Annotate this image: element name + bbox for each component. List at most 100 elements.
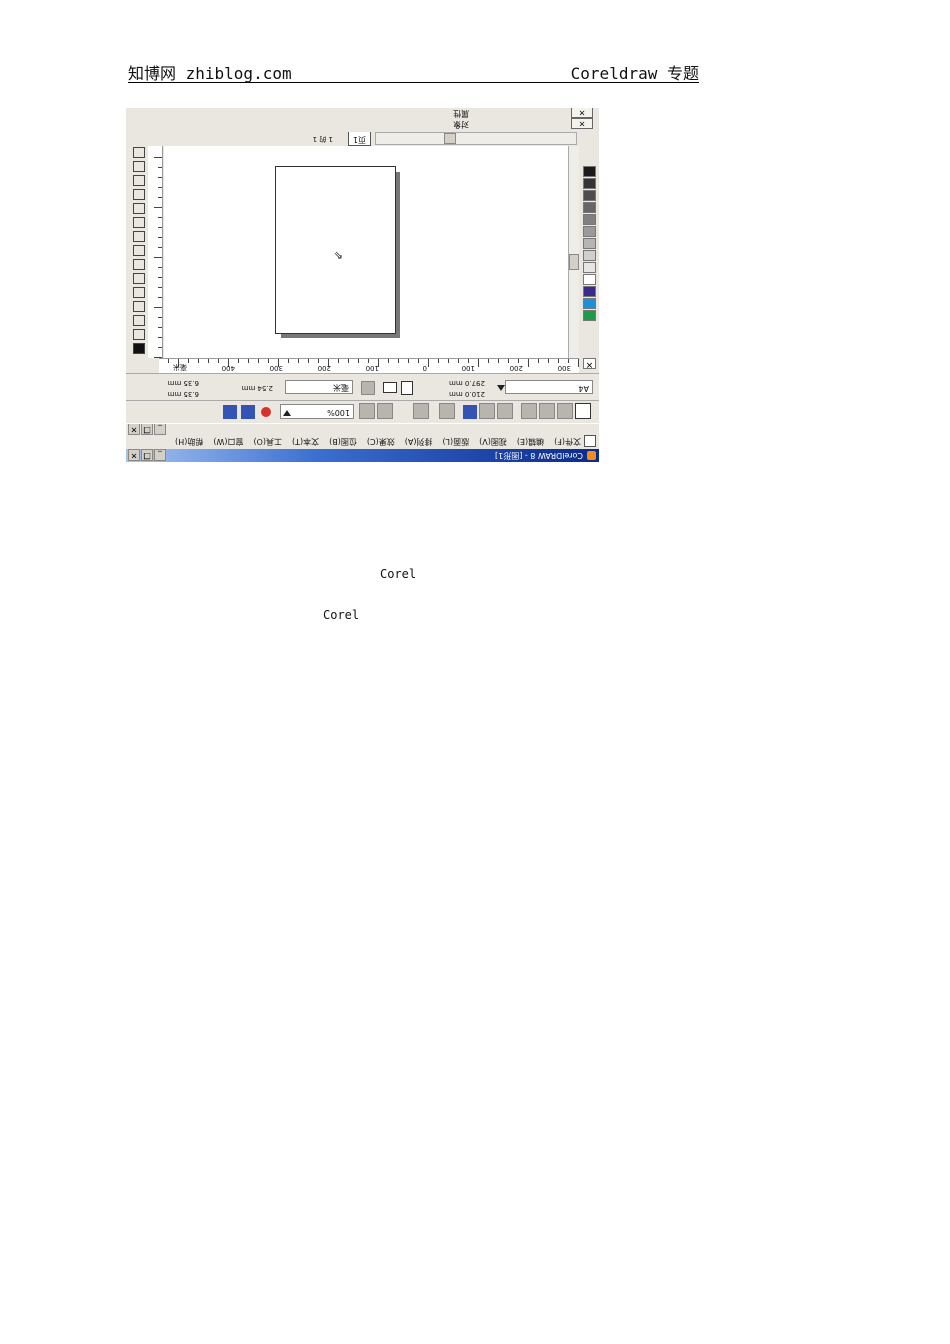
nudge-field[interactable]: 2.54 mm <box>242 384 273 392</box>
ruler-tick <box>218 359 219 363</box>
color-swatch[interactable] <box>583 238 596 249</box>
cut-icon[interactable] <box>497 403 513 419</box>
color-swatch[interactable] <box>583 178 596 189</box>
spiral-tool-icon[interactable] <box>133 245 145 256</box>
menu-items: 文件(F) 编辑(E) 视图(V) 版面(L) 排列(A) 效果(C) 位图(B) 文本(T)… <box>175 436 581 447</box>
vertical-scrollbar[interactable] <box>568 146 579 358</box>
copy-icon[interactable] <box>479 403 495 419</box>
freehand-tool-icon[interactable] <box>133 301 145 312</box>
ruler-tick <box>158 167 162 168</box>
close-button[interactable]: ✕ <box>128 449 140 461</box>
ruler-tick <box>154 307 162 308</box>
docker-item-properties[interactable]: 属性 <box>453 108 469 119</box>
polygon-tool-icon[interactable] <box>133 259 145 270</box>
menu-item[interactable]: 文本(T) <box>292 436 319 447</box>
pick-tool-icon[interactable] <box>133 343 145 354</box>
menu-item[interactable]: 位图(B) <box>329 436 357 447</box>
text-tool-icon[interactable] <box>133 231 145 242</box>
menu-item[interactable]: 排列(A) <box>405 436 433 447</box>
corel-app-launcher-icon[interactable] <box>261 407 271 417</box>
ruler-label: 100 <box>461 364 475 372</box>
ruler-tick <box>338 359 339 363</box>
print-icon[interactable] <box>521 403 537 419</box>
tab-page-1[interactable]: 页1 <box>347 131 371 146</box>
color-swatch[interactable] <box>583 226 596 237</box>
page-width-field[interactable]: 210.0 mm <box>449 390 485 398</box>
rectangle-tool-icon[interactable] <box>133 287 145 298</box>
ruler-tick <box>398 359 399 363</box>
menu-item[interactable]: 版面(L) <box>442 436 469 447</box>
ruler-tick <box>268 359 269 363</box>
doc-close-button[interactable]: ✕ <box>128 423 140 435</box>
document-icon[interactable] <box>584 435 596 447</box>
export-icon[interactable] <box>359 403 375 419</box>
eyedropper-tool-icon[interactable] <box>133 203 145 214</box>
color-swatch[interactable] <box>583 298 596 309</box>
blend-tool-icon[interactable] <box>133 147 145 158</box>
fill-tool-icon[interactable] <box>133 175 145 186</box>
paper-type-select[interactable]: A4 <box>505 380 593 394</box>
doc-minimize-button[interactable]: _ <box>154 423 166 435</box>
color-swatch[interactable] <box>583 202 596 213</box>
menu-item[interactable]: 帮助(H) <box>175 436 203 447</box>
transparency-tool-icon[interactable] <box>133 161 145 172</box>
ruler-tick <box>248 359 249 363</box>
duplicate-x-field[interactable]: 6.35 mm <box>168 390 199 398</box>
color-swatch[interactable] <box>583 166 596 177</box>
paper-type-value: A4 <box>578 384 589 393</box>
menu-item[interactable]: 文件(F) <box>554 436 581 447</box>
duplicate-y-field[interactable]: 6.35 mm <box>168 379 199 387</box>
ruler-tick <box>428 359 429 367</box>
color-swatch[interactable] <box>583 250 596 261</box>
restore-button[interactable]: ❐ <box>141 449 153 461</box>
color-swatch[interactable] <box>583 214 596 225</box>
undo-icon[interactable] <box>439 403 455 419</box>
horizontal-scrollbar[interactable] <box>375 132 577 145</box>
horizontal-scroll-thumb[interactable] <box>444 133 456 144</box>
ruler-tick <box>158 247 162 248</box>
units-select[interactable]: 毫米 <box>285 380 353 394</box>
docker-close-icon-2[interactable]: ✕ <box>571 108 593 118</box>
open-folder-icon[interactable] <box>557 403 573 419</box>
whats-this-icon[interactable] <box>223 405 237 419</box>
page-options-icon[interactable] <box>361 381 375 395</box>
landscape-icon[interactable] <box>383 382 397 393</box>
redo-icon[interactable] <box>413 403 429 419</box>
ruler-tick <box>158 217 162 218</box>
vertical-ruler <box>148 146 163 358</box>
interactive-fill-icon[interactable] <box>133 217 145 228</box>
docker-close-icon-1[interactable]: ✕ <box>571 118 593 129</box>
new-document-icon[interactable] <box>575 403 591 419</box>
corel-online-icon[interactable] <box>241 405 255 419</box>
menu-item[interactable]: 视图(V) <box>479 436 507 447</box>
drawing-canvas[interactable]: ⇖ <box>164 146 568 358</box>
no-fill-swatch-icon[interactable]: ✕ <box>583 358 596 369</box>
save-icon[interactable] <box>539 403 555 419</box>
zoom-select[interactable]: 100% <box>280 404 354 419</box>
portrait-icon[interactable] <box>401 381 413 395</box>
zoom-tool-icon[interactable] <box>133 315 145 326</box>
vertical-scroll-thumb[interactable] <box>569 254 579 270</box>
menu-item[interactable]: 编辑(E) <box>517 436 544 447</box>
ruler-tick <box>388 359 389 363</box>
docker-item-objects[interactable]: 对象 <box>453 119 469 130</box>
color-swatch[interactable] <box>583 310 596 321</box>
ruler-tick <box>578 359 579 367</box>
doc-restore-button[interactable]: ❐ <box>141 423 153 435</box>
color-swatch[interactable] <box>583 262 596 273</box>
menu-item[interactable]: 窗口(W) <box>213 436 243 447</box>
minimize-button[interactable]: _ <box>154 449 166 461</box>
shape-tool-icon[interactable] <box>133 329 145 340</box>
paste-icon[interactable] <box>463 405 477 419</box>
outline-tool-icon[interactable] <box>133 189 145 200</box>
menu-item[interactable]: 工具(O) <box>253 436 282 447</box>
color-swatch[interactable] <box>583 286 596 297</box>
menu-item[interactable]: 效果(C) <box>367 436 395 447</box>
ellipse-tool-icon[interactable] <box>133 273 145 284</box>
color-swatch[interactable] <box>583 190 596 201</box>
screenshot-content: CorelDRAW 8 - [图形1] _ ❐ ✕ 文件(F) 编辑(E) 视图(V… <box>126 108 599 462</box>
page-height-field[interactable]: 297.0 mm <box>449 379 485 387</box>
paper-type-arrow-icon[interactable] <box>497 385 505 391</box>
color-swatch[interactable] <box>583 274 596 285</box>
import-icon[interactable] <box>377 403 393 419</box>
